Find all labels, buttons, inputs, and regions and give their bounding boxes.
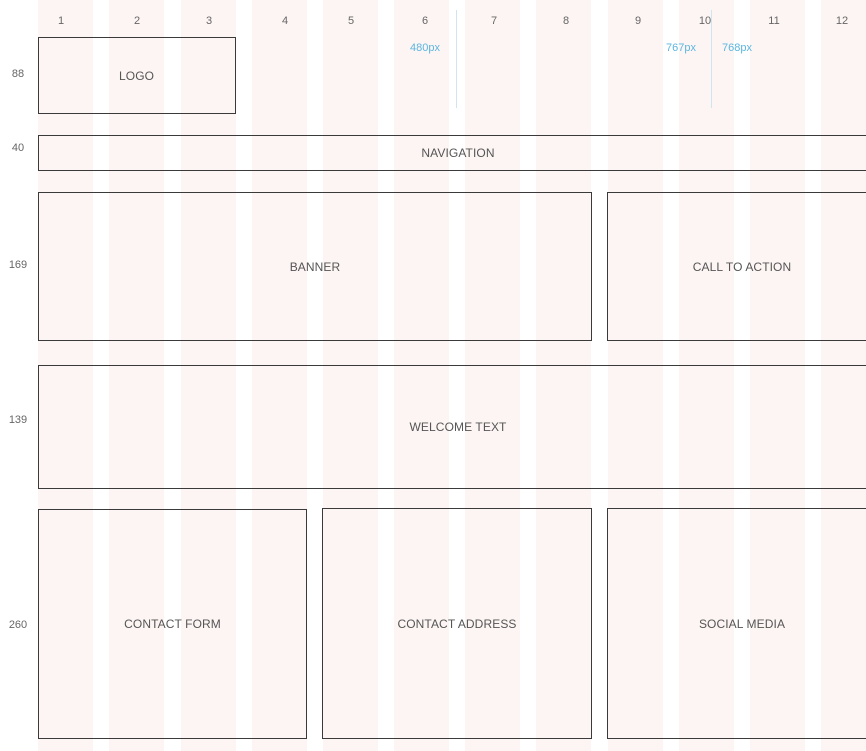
row-height-label: 260 [8, 619, 28, 631]
column-number: 4 [281, 15, 289, 27]
breakpoint-label-480: 480px [410, 42, 440, 54]
column-number: 1 [57, 15, 65, 27]
contact-form-block: CONTACT FORM [38, 509, 307, 739]
column-number: 12 [835, 15, 849, 27]
social-media-label: SOCIAL MEDIA [698, 616, 786, 631]
row-height-label: 139 [8, 414, 28, 426]
banner-label: BANNER [289, 259, 341, 274]
social-media-block: SOCIAL MEDIA [607, 508, 866, 739]
navigation-block: NAVIGATION [38, 135, 866, 171]
row-height-label: 40 [11, 142, 25, 154]
navigation-label: NAVIGATION [421, 146, 495, 160]
column-number: 7 [490, 15, 498, 27]
breakpoint-line-480 [456, 10, 457, 108]
contact-address-block: CONTACT ADDRESS [322, 508, 592, 739]
column-number: 2 [133, 15, 141, 27]
breakpoint-label-767: 767px [666, 42, 696, 54]
column-number: 10 [698, 15, 712, 27]
logo-label: LOGO [119, 68, 155, 83]
logo-block: LOGO [38, 37, 236, 114]
welcome-text-block: WELCOME TEXT [38, 365, 866, 489]
column-number: 6 [421, 15, 429, 27]
column-number: 9 [634, 15, 642, 27]
column-number: 11 [768, 15, 780, 27]
column-number: 5 [347, 15, 355, 27]
row-height-label: 88 [11, 68, 25, 80]
contact-address-label: CONTACT ADDRESS [397, 616, 517, 631]
column-number: 8 [562, 15, 570, 27]
welcome-text-label: WELCOME TEXT [409, 420, 507, 434]
call-to-action-block: CALL TO ACTION [607, 192, 866, 341]
breakpoint-label-768: 768px [722, 42, 752, 54]
contact-form-label: CONTACT FORM [124, 617, 221, 631]
call-to-action-label: CALL TO ACTION [692, 259, 792, 274]
row-height-label: 169 [8, 259, 28, 271]
breakpoint-line-768 [711, 10, 712, 108]
column-number: 3 [205, 15, 213, 27]
banner-block: BANNER [38, 192, 592, 341]
